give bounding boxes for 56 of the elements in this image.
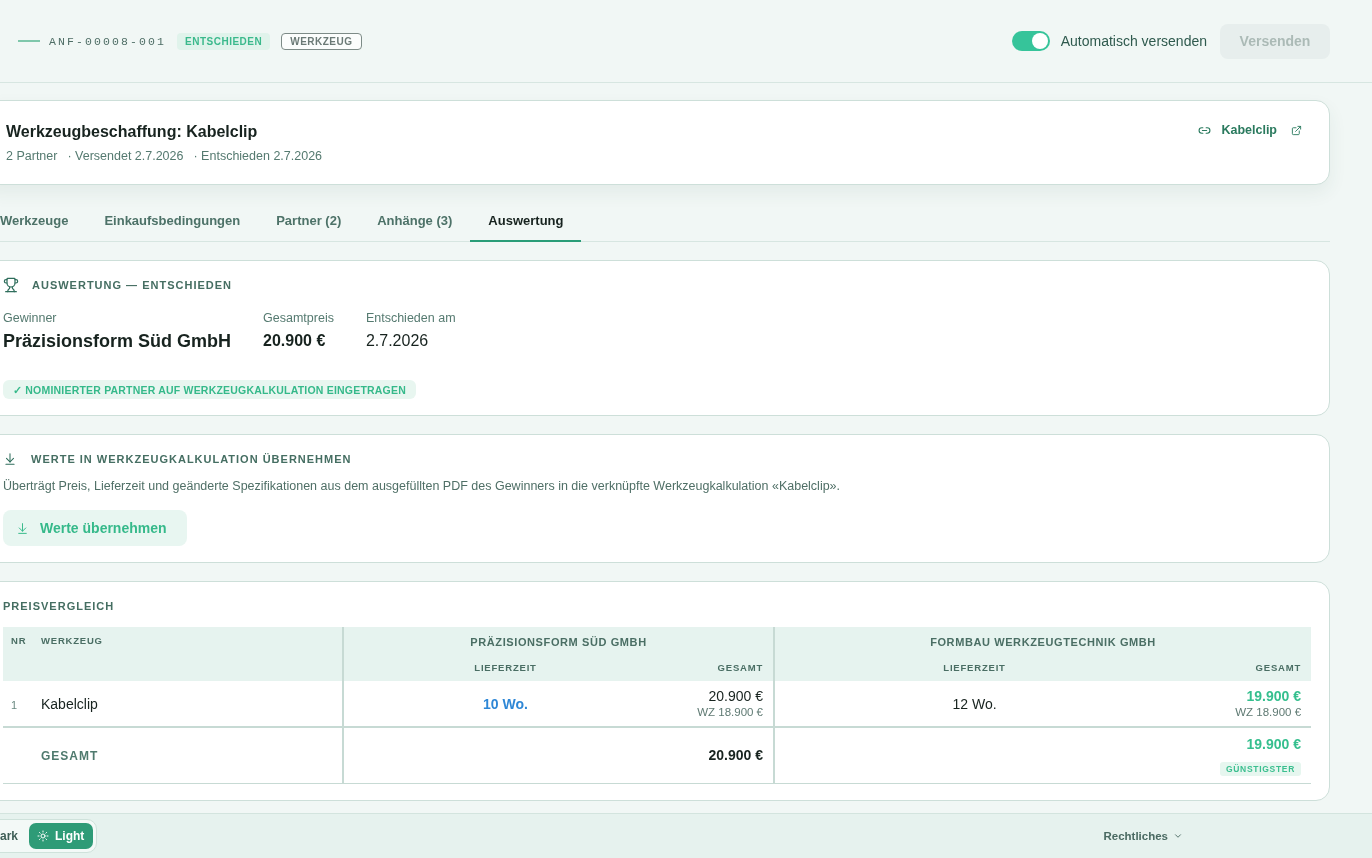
row-number: 1 [11, 698, 18, 711]
sun-icon [37, 830, 50, 842]
tooling-price-text: WZ 18.900 € [697, 704, 763, 720]
fact-label: Gesamtpreis [263, 310, 334, 326]
tab[interactable]: Anhänge (3) [359, 201, 471, 242]
column-header: WERKZEUG [33, 627, 343, 681]
total-price-text: 19.900 € [1246, 734, 1302, 753]
column-header: LIEFERZEIT [343, 654, 667, 681]
column-header: GESAMT [1174, 654, 1312, 681]
external-link-icon[interactable] [1291, 124, 1302, 136]
description-text: Überträgt Preis, Lieferzeit und geänderte Spezifikationen aus dem ausgefüllten PDF des Gewinners in die verknüpfte Werkzeugkalkulation «Kabelclip». [3, 478, 842, 495]
fact-label: Gewinner [3, 310, 58, 326]
type-badge: WERKZEUG [281, 32, 362, 50]
chevron-icon [1173, 831, 1183, 841]
request-id: ANF-00008-001 [49, 34, 166, 48]
item-link[interactable]: Kabelclip [1221, 121, 1277, 139]
tab[interactable]: Auswertung [470, 201, 582, 242]
tooling-price-text: WZ 18.900 € [1235, 704, 1302, 720]
download-icon [16, 521, 29, 535]
status-badge: ENTSCHIEDEN [177, 32, 271, 50]
tab[interactable]: Partner (2) [258, 201, 360, 242]
price-text: 19.900 € [1246, 687, 1302, 705]
fact-label: Entschieden am [365, 310, 456, 326]
fact-value: 20.900 € [263, 331, 327, 351]
supplier-header: FORMBAU WERKZEUGTECHNIK GMBH [774, 627, 1312, 654]
toggle-switch[interactable] [1011, 31, 1050, 51]
supplier-header: PRÄZISIONSFORM SÜD GMBH [343, 627, 774, 654]
trophy-icon [3, 277, 19, 293]
toggle-label: Automatisch versenden [1060, 33, 1207, 49]
lead-time-text: 12 Wo. [952, 695, 997, 712]
column-header: GESAMT [667, 654, 774, 681]
section-heading: WERTE IN WERKZEUGKALKULATION ÜBERNEHMEN [31, 452, 352, 467]
confirmation-badge: ✓ NOMINIERTER PARTNER AUF WERKZEUGKALKULATION EINGETRAGEN [3, 380, 416, 399]
meta-text: 2 Partner [6, 148, 58, 165]
cheapest-badge: GÜNSTIGSTER [1219, 761, 1302, 776]
section-heading: AUSWERTUNG — ENTSCHIEDEN [32, 278, 232, 293]
column-header: LIEFERZEIT [774, 654, 1174, 681]
column-header: NR [3, 627, 33, 681]
dash-icon [18, 40, 40, 42]
legal-menu[interactable]: Rechtliches [1103, 830, 1183, 842]
tab[interactable]: Werkzeuge [0, 201, 87, 242]
total-price-text: 20.900 € [708, 746, 763, 765]
total-label: GESAMT [41, 749, 99, 764]
fact-value: Präzisionsform Süd GmbH [3, 330, 232, 353]
meta-text: · Versendet 2.7.2026 [67, 148, 184, 165]
section-heading: PREISVERGLEICH [3, 599, 116, 614]
tab[interactable]: Einkaufsbedingungen [86, 201, 259, 242]
download-icon [3, 452, 17, 466]
lead-time-text: 10 Wo. [483, 695, 528, 712]
theme-option[interactable]: Light [29, 823, 94, 849]
request-title: Werkzeugbeschaffung: Kabelclip [6, 122, 259, 142]
tool-name: Kabelclip [41, 695, 98, 712]
theme-option[interactable]: ark [0, 823, 29, 849]
price-text: 20.900 € [708, 687, 763, 705]
fact-value: 2.7.2026 [365, 331, 430, 351]
meta-text: · Entschieden 2.7.2026 [193, 148, 323, 165]
